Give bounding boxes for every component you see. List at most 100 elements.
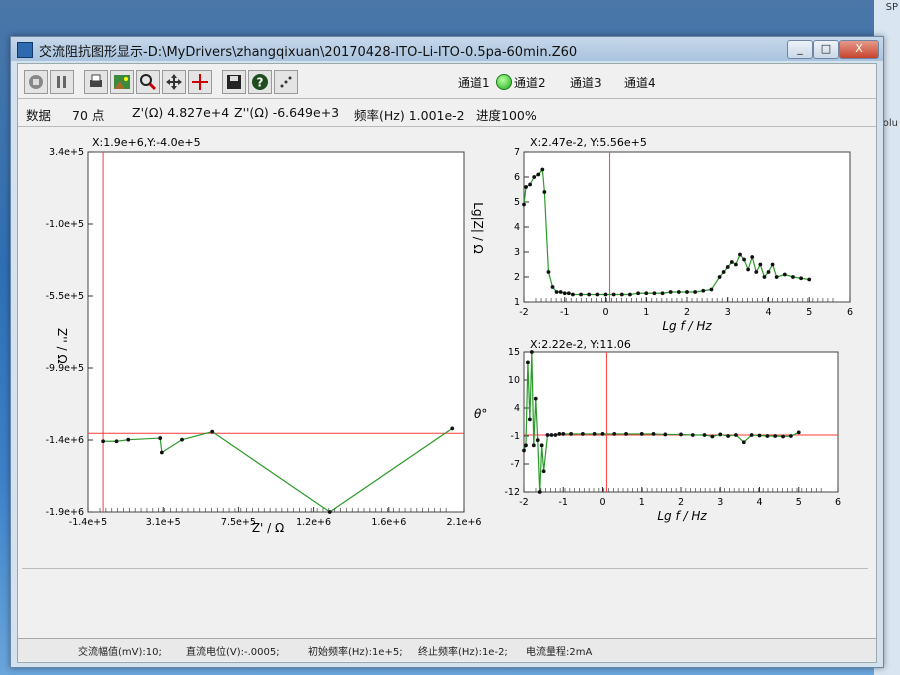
help-icon: ? — [252, 74, 268, 90]
help-button[interactable]: ? — [248, 70, 272, 94]
data-point — [791, 275, 795, 279]
data-point — [738, 252, 742, 257]
data-point — [624, 432, 628, 436]
nyquist-chart[interactable]: X:1.9e+6,Y:-4.0e+5 Z' / Ω Z'' / Ω θ° -1.… — [46, 136, 488, 535]
x-tick-label: 1.2e+6 — [296, 517, 331, 528]
bode-magnitude-chart[interactable]: X:2.47e-2, Y:5.56e+5 Lg f / Hz Lg|Z| / Ω… — [471, 136, 853, 333]
status-current-range: 电流量程:2mA — [526, 647, 593, 658]
y-tick-label: 1 — [514, 297, 520, 308]
close-button[interactable]: X — [839, 40, 879, 59]
data-point — [718, 432, 723, 437]
data-point — [327, 510, 332, 514]
data-point — [652, 291, 657, 296]
data-point — [765, 434, 770, 438]
data-point — [595, 292, 600, 297]
y-tick-label: -1 — [511, 431, 520, 442]
channel-3-label[interactable]: 通道3 — [570, 74, 602, 91]
app-icon — [17, 42, 33, 58]
data-point — [550, 285, 555, 289]
image-button[interactable] — [110, 70, 134, 94]
crosshair-button[interactable] — [188, 70, 212, 94]
bode-magnitude-cursor-readout: X:2.47e-2, Y:5.56e+5 — [530, 136, 647, 149]
x-tick-label: -1 — [560, 307, 569, 318]
data-point — [710, 434, 715, 439]
save-button[interactable] — [222, 70, 246, 94]
data-point — [663, 432, 668, 437]
data-point — [726, 434, 730, 438]
data-point — [685, 290, 689, 294]
data-point — [701, 288, 706, 293]
y-tick-label: 5 — [514, 197, 520, 208]
channel-4-label[interactable]: 通道4 — [624, 74, 656, 91]
data-point — [746, 267, 751, 272]
data-point — [754, 270, 759, 274]
move-button[interactable] — [162, 70, 186, 94]
data-point — [725, 265, 730, 269]
data-point — [741, 440, 746, 445]
data-point — [539, 443, 544, 448]
pause-button[interactable] — [50, 70, 74, 94]
data-point — [603, 292, 608, 297]
data-point — [546, 270, 551, 274]
y-tick-label: -1.0e+5 — [46, 219, 84, 230]
y-tick-label: -7 — [511, 459, 520, 470]
x-tick-label: 1 — [643, 307, 649, 318]
x-tick-label: -1 — [559, 497, 568, 508]
bode-phase-chart[interactable]: X:2.22e-2, Y:11.06 Lg f / Hz -2 -1 0 1 2 3 4 5 6… — [504, 338, 841, 523]
data-point — [729, 260, 734, 264]
data-point — [668, 290, 673, 294]
x-tick-label: 2.1e+6 — [447, 517, 482, 528]
data-point — [766, 270, 771, 274]
data-point — [114, 439, 119, 444]
data-point — [636, 291, 640, 296]
minimize-button[interactable]: _ — [787, 40, 813, 59]
maximize-button[interactable]: □ — [813, 40, 839, 59]
pointer-button[interactable] — [274, 70, 298, 94]
frequency-readout: 频率(Hz) 1.001e-2 — [354, 108, 465, 123]
data-point — [770, 262, 775, 267]
data-point — [158, 436, 163, 440]
nyquist-frame — [87, 151, 465, 513]
x-tick-label: 1.6e+6 — [371, 517, 406, 528]
data-point — [180, 437, 184, 442]
data-point — [528, 182, 533, 187]
data-point — [540, 167, 545, 172]
data-point — [774, 275, 779, 279]
data-point — [545, 433, 550, 437]
data-point — [749, 433, 754, 437]
data-point — [679, 432, 683, 437]
print-button[interactable] — [84, 70, 108, 94]
data-point — [690, 433, 695, 437]
image-icon — [114, 75, 130, 89]
points-value: 70 点 — [72, 108, 105, 123]
bode-magnitude-ylabel: Lg|Z| / Ω — [471, 202, 485, 253]
y-tick-label: 6 — [514, 172, 520, 183]
y-tick-label: 4 — [514, 222, 520, 233]
nyquist-side-label: θ° — [474, 407, 487, 421]
x-tick-label: 6 — [847, 307, 853, 318]
channel-active-indicator — [496, 74, 512, 90]
pointer-icon — [280, 76, 292, 88]
channel-1-label[interactable]: 通道1 — [458, 74, 490, 91]
data-point — [566, 291, 571, 296]
toolbar: ? 通道1 通道2 通道3 通道4 — [18, 64, 876, 99]
data-point — [757, 433, 762, 438]
data-point — [799, 276, 803, 281]
title-bar[interactable]: 交流阻抗图形显示-D:\MyDrivers\zhangqixuan\201704… — [11, 37, 883, 61]
data-point — [561, 432, 566, 436]
data-point — [587, 292, 592, 297]
x-tick-label: -2 — [519, 307, 528, 318]
zoom-button[interactable] — [136, 70, 160, 94]
x-tick-label: 4 — [765, 307, 771, 318]
stop-button[interactable] — [24, 70, 48, 94]
progress-readout: 进度100% — [476, 108, 537, 123]
x-tick-label: -1.4e+5 — [69, 517, 107, 528]
data-point — [651, 432, 656, 436]
x-tick-label: 0 — [599, 497, 605, 508]
data-point — [554, 290, 559, 294]
points-label: 数据 — [26, 108, 52, 123]
data-point — [644, 291, 649, 296]
channel-2-label[interactable]: 通道2 — [514, 74, 546, 91]
stop-icon — [29, 75, 43, 89]
data-point — [126, 437, 131, 442]
